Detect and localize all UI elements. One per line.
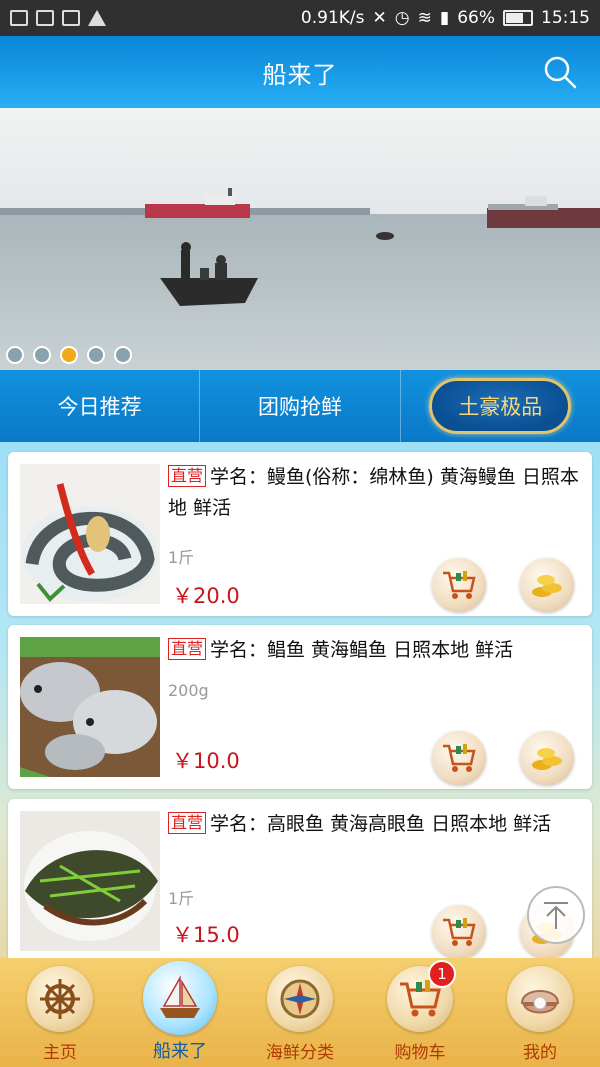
product-card[interactable]: 直营 学名：鲳鱼 黄海鲳鱼 日照本地 鲜活 200g ￥10.0: [8, 625, 592, 789]
add-to-cart-button[interactable]: [432, 731, 486, 785]
cart-count-badge: 1: [428, 960, 456, 988]
tab-today-recommend[interactable]: 今日推荐: [0, 370, 199, 442]
wifi-icon: ≋: [417, 8, 432, 28]
direct-sale-badge: 直营: [168, 812, 207, 834]
cart-icon: [443, 918, 476, 946]
nav-cart[interactable]: 1 购物车: [360, 958, 480, 1067]
product-image: [20, 637, 160, 777]
battery-icon: [503, 10, 533, 26]
product-info: 直营 学名：鳗鱼(俗称：绵林鱼) 黄海鳗鱼 日照本地 鲜活: [168, 462, 580, 524]
pomfret-fish-image: [20, 637, 160, 777]
cart-icon: [443, 744, 476, 772]
product-info: 直营 学名：高眼鱼 黄海高眼鱼 日照本地 鲜活: [168, 809, 580, 840]
sailboat-icon: [143, 961, 217, 1035]
product-image: [20, 464, 160, 604]
product-weight: 1斤: [168, 548, 195, 567]
carousel-dot[interactable]: [6, 346, 24, 364]
add-to-cart-button[interactable]: [432, 905, 486, 958]
arrow-up-icon: [544, 902, 568, 929]
gold-coins-icon: [532, 575, 562, 597]
mute-icon: ✕: [372, 8, 387, 28]
nav-boat-arrival[interactable]: 船来了: [120, 958, 240, 1067]
battery-percent: 66%: [457, 8, 495, 28]
nav-home[interactable]: 主页: [0, 958, 120, 1067]
carousel-dot[interactable]: [114, 346, 132, 364]
cart-icon: [443, 571, 476, 599]
message-icon: [10, 10, 28, 26]
flatfish-dish-image: [20, 811, 160, 951]
warning-icon: [88, 10, 106, 26]
product-price: ￥10.0: [172, 749, 240, 773]
product-image: [20, 811, 160, 951]
network-speed: 0.91K/s: [300, 8, 365, 28]
search-icon: [544, 56, 577, 89]
gold-coins-icon: [532, 748, 562, 770]
carousel-dot[interactable]: [33, 346, 51, 364]
shell-pearl-icon: [507, 966, 573, 1032]
status-bar: 0.91K/s ✕ ◷ ≋ ▮ 66% 15:15: [0, 0, 600, 36]
alarm-icon: ◷: [394, 8, 410, 28]
product-list[interactable]: 直营 学名：鳗鱼(俗称：绵林鱼) 黄海鳗鱼 日照本地 鲜活 1斤 ￥20.0 直…: [0, 442, 600, 958]
nav-seafood-category[interactable]: 海鲜分类: [240, 958, 360, 1067]
search-button[interactable]: [542, 54, 578, 90]
carousel-dot-active[interactable]: [60, 346, 78, 364]
ship-wheel-icon: [27, 966, 93, 1032]
image-icon: [36, 10, 54, 26]
buy-now-button[interactable]: [520, 558, 574, 612]
product-weight: 200g: [168, 681, 209, 700]
product-card[interactable]: 直营 学名：高眼鱼 黄海高眼鱼 日照本地 鲜活 1斤 ￥15.0: [8, 799, 592, 958]
tab-group-buy[interactable]: 团购抢鲜: [199, 370, 399, 442]
eel-dish-image: [20, 464, 160, 604]
app-header: 船来了: [0, 36, 600, 108]
signal-icon: ▮: [439, 8, 450, 28]
add-to-cart-button[interactable]: [432, 558, 486, 612]
product-title: 直营 学名：鳗鱼(俗称：绵林鱼) 黄海鳗鱼 日照本地 鲜活: [168, 465, 579, 519]
product-weight: 1斤: [168, 889, 195, 908]
banner-image-sea-boats: [0, 108, 600, 370]
category-tabs: 今日推荐 团购抢鲜 土豪极品: [0, 370, 600, 442]
back-to-top-button[interactable]: [527, 886, 585, 944]
nav-profile[interactable]: 我的: [480, 958, 600, 1067]
buy-now-button[interactable]: [520, 731, 574, 785]
product-price: ￥20.0: [172, 584, 240, 608]
page-title: 船来了: [262, 60, 338, 89]
banner-carousel[interactable]: [0, 108, 600, 370]
product-title: 直营 学名：鲳鱼 黄海鲳鱼 日照本地 鲜活: [168, 635, 580, 666]
bottom-navigation: 主页 船来了 海鲜分类 1 购物车 我的: [0, 958, 600, 1067]
clock: 15:15: [541, 8, 590, 28]
compass-icon: [267, 966, 333, 1032]
carousel-dot[interactable]: [87, 346, 105, 364]
carousel-indicators: [6, 346, 132, 364]
product-info: 直营 学名：鲳鱼 黄海鲳鱼 日照本地 鲜活: [168, 635, 580, 666]
product-card[interactable]: 直营 学名：鳗鱼(俗称：绵林鱼) 黄海鳗鱼 日照本地 鲜活 1斤 ￥20.0: [8, 452, 592, 616]
status-notifications: [10, 10, 106, 26]
product-title: 直营 学名：高眼鱼 黄海高眼鱼 日照本地 鲜活: [168, 809, 580, 840]
trash-icon: [62, 10, 80, 26]
status-system: 0.91K/s ✕ ◷ ≋ ▮ 66% 15:15: [301, 8, 590, 28]
direct-sale-badge: 直营: [168, 465, 207, 487]
direct-sale-badge: 直营: [168, 638, 207, 660]
tab-premium[interactable]: 土豪极品: [399, 370, 600, 442]
product-price: ￥15.0: [172, 923, 240, 947]
